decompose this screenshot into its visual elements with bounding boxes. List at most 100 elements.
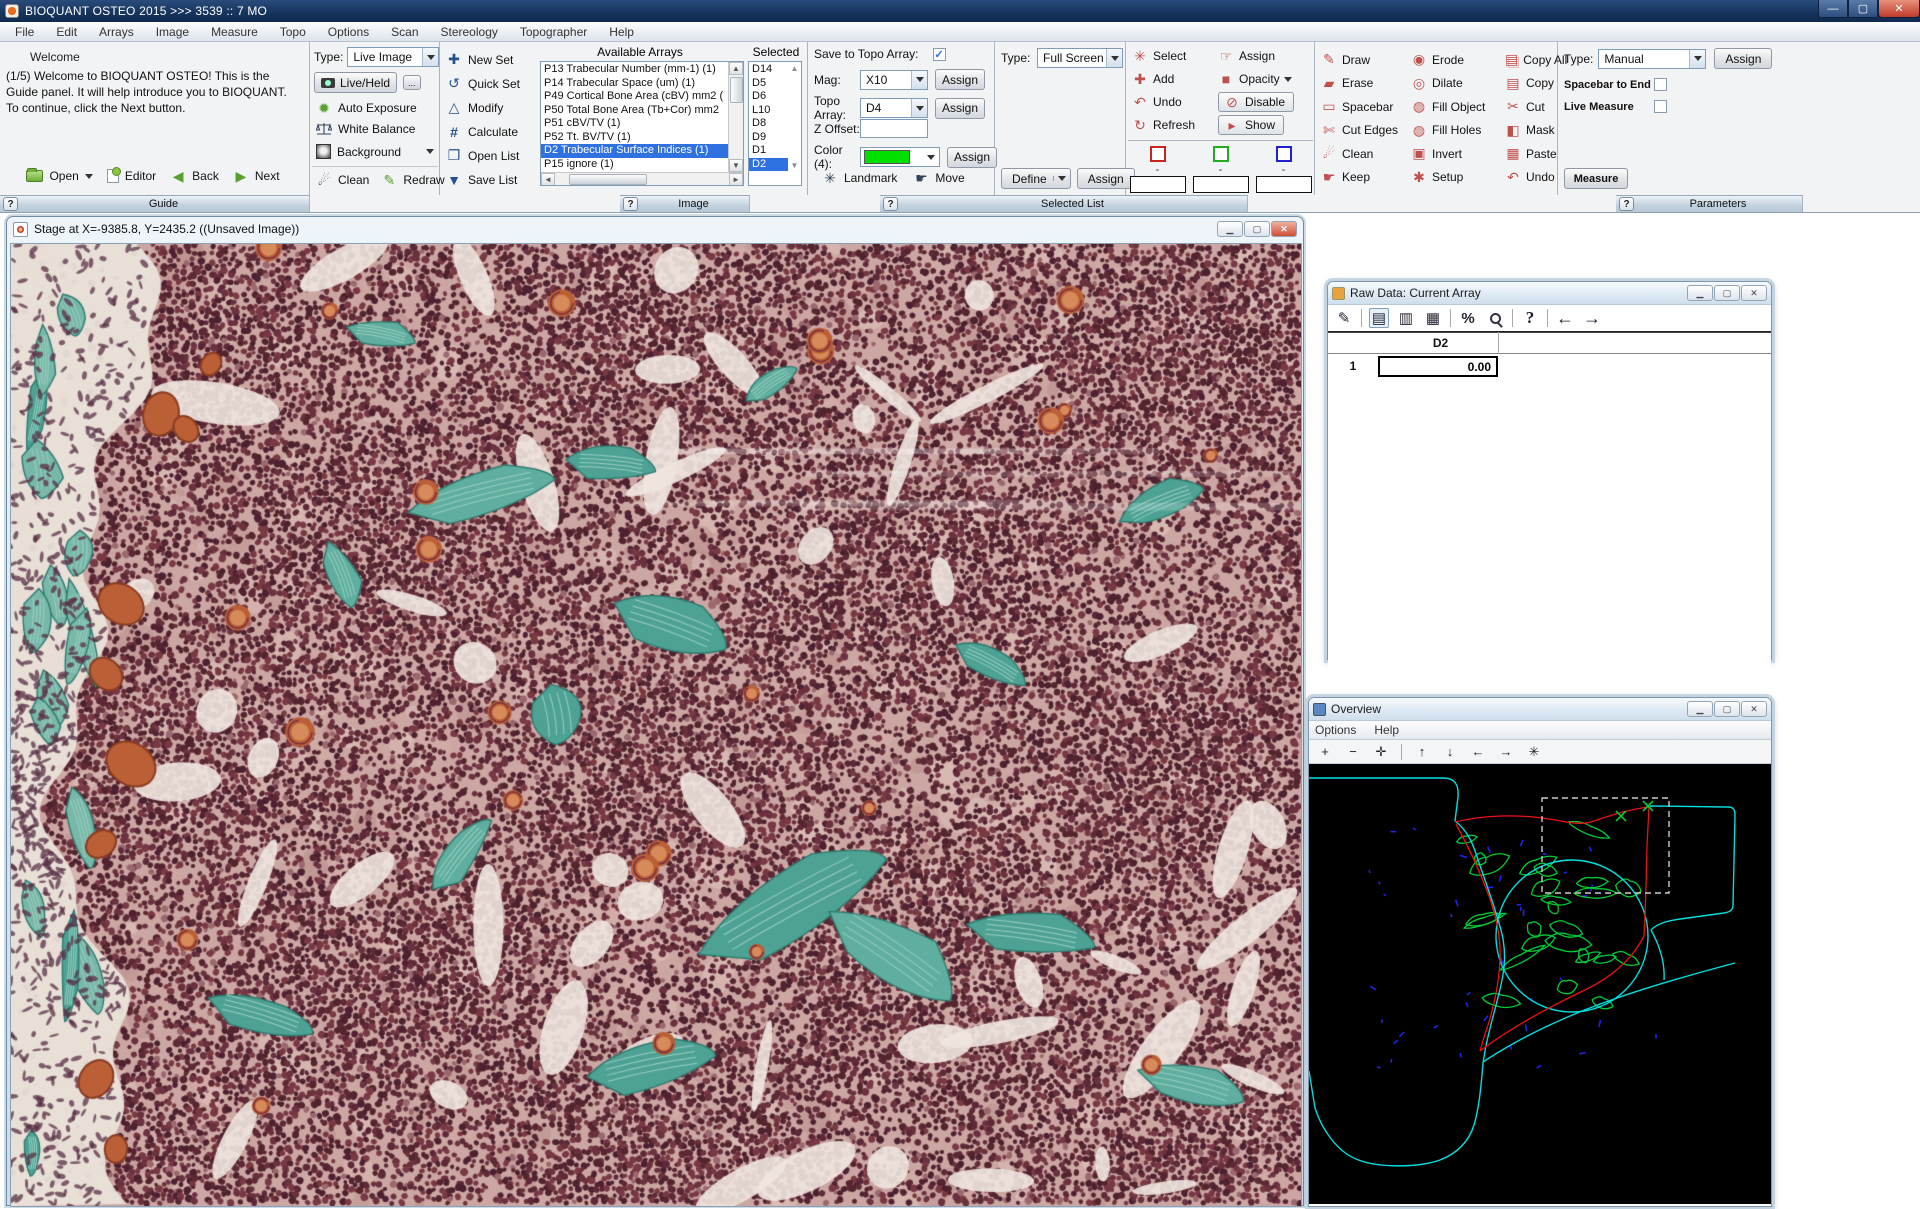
scroll-down-button[interactable]: ▼: [729, 159, 743, 172]
prev-array-icon[interactable]: ←: [1555, 308, 1575, 328]
menu-edit[interactable]: Edit: [45, 23, 88, 41]
scroll-up-button[interactable]: ▲: [729, 62, 743, 75]
live-held-button[interactable]: Live/Held: [314, 72, 397, 93]
define-button[interactable]: Define: [1001, 168, 1071, 189]
keep-button[interactable]: ☛Keep: [1321, 166, 1409, 190]
threshold-select-button[interactable]: ✳ Select: [1132, 48, 1186, 64]
close-button[interactable]: ✕: [1271, 221, 1297, 237]
maximize-button[interactable]: ▢: [1244, 221, 1270, 237]
grid-view-icon[interactable]: ▦: [1423, 308, 1443, 328]
close-button[interactable]: ✕: [1741, 701, 1767, 717]
menu-arrays[interactable]: Arrays: [88, 23, 145, 41]
close-button[interactable]: ✕: [1878, 0, 1920, 18]
minimize-button[interactable]: ▁: [1217, 221, 1243, 237]
menu-stereology[interactable]: Stereology: [430, 23, 509, 41]
calculate-button[interactable]: #Calculate: [446, 120, 520, 143]
maximize-button[interactable]: ▢: [1714, 701, 1740, 717]
horizontal-scrollbar[interactable]: ◄ ►: [541, 172, 743, 186]
setup-button[interactable]: ✱Setup: [1411, 166, 1503, 190]
list-item[interactable]: P52 Tt. BV/TV (1): [541, 131, 728, 145]
menu-file[interactable]: File: [4, 23, 45, 41]
menu-image[interactable]: Image: [145, 23, 200, 41]
red-threshold-box[interactable]: [1150, 146, 1166, 162]
z-offset-input[interactable]: [860, 119, 928, 138]
histology-image[interactable]: [10, 243, 1302, 1207]
live-held-options-button[interactable]: ...: [403, 75, 421, 90]
overview-map[interactable]: [1309, 764, 1771, 1204]
zoom-out-icon[interactable]: −: [1345, 744, 1361, 759]
pan-icon[interactable]: ✛: [1373, 744, 1389, 760]
white-balance-button[interactable]: White Balance: [316, 122, 415, 136]
list-item[interactable]: P50 Total Bone Area (Tb+Cor) mm2: [541, 104, 728, 118]
background-button[interactable]: Background: [316, 144, 434, 159]
guide-help-button[interactable]: ?: [3, 197, 18, 211]
green-threshold-box[interactable]: [1213, 146, 1229, 162]
maximize-button[interactable]: ▢: [1848, 0, 1878, 18]
scroll-up-button[interactable]: ▲: [791, 64, 799, 73]
scroll-thumb[interactable]: [730, 77, 743, 103]
parameters-help-button[interactable]: ?: [1619, 197, 1634, 211]
magnifier-icon[interactable]: [1485, 308, 1505, 328]
zoom-in-icon[interactable]: +: [1317, 744, 1333, 759]
list-item[interactable]: D5: [749, 77, 788, 91]
list-item[interactable]: P51 cBV/TV (1): [541, 117, 728, 131]
selected-listbox[interactable]: D14 D5 D6 L10 D8 D9 D1 D2 ▲ ▼: [748, 61, 802, 186]
fill-object-button[interactable]: ◍Fill Object: [1411, 95, 1503, 119]
selected-list-help-button[interactable]: ?: [883, 197, 898, 211]
minimize-button[interactable]: —: [1818, 0, 1848, 18]
quick-set-button[interactable]: ↺Quick Set: [446, 72, 520, 95]
green-threshold-input[interactable]: [1193, 176, 1249, 193]
menu-topo[interactable]: Topo: [269, 23, 317, 41]
row-number[interactable]: 1: [1338, 359, 1368, 373]
list-item[interactable]: D6: [749, 90, 788, 104]
erode-button[interactable]: ◉Erode: [1411, 48, 1503, 72]
image-help-button[interactable]: ?: [623, 197, 638, 211]
blue-threshold-input[interactable]: [1256, 176, 1312, 193]
vertical-scrollbar[interactable]: ▲ ▼: [788, 62, 801, 185]
move-left-icon[interactable]: ←: [1470, 744, 1486, 759]
center-icon[interactable]: ✳: [1526, 744, 1542, 760]
list-item[interactable]: P49 Cortical Bone Area (cBV) mm2 (: [541, 90, 728, 104]
topo-array-combo[interactable]: D4: [860, 98, 928, 118]
fill-holes-button[interactable]: ◍Fill Holes: [1411, 119, 1503, 143]
mag-combo[interactable]: X10: [860, 70, 928, 90]
open-list-button[interactable]: ❐Open List: [446, 144, 520, 167]
cut-edges-button[interactable]: ✄Cut Edges: [1321, 119, 1409, 143]
clean-button-editing[interactable]: ☄Clean: [1321, 142, 1409, 166]
menu-topographer[interactable]: Topographer: [509, 23, 598, 41]
move-right-icon[interactable]: →: [1498, 744, 1514, 759]
next-array-icon[interactable]: →: [1582, 308, 1602, 328]
menu-options[interactable]: Options: [317, 23, 380, 41]
blue-threshold-box[interactable]: [1276, 146, 1292, 162]
dilate-button[interactable]: ◎Dilate: [1411, 72, 1503, 96]
list-item[interactable]: P15 ignore (1): [541, 158, 728, 172]
measure-button[interactable]: Measure: [1564, 168, 1628, 189]
landmark-button[interactable]: ✳ Landmark: [822, 170, 897, 186]
column-header[interactable]: D2: [1383, 336, 1498, 350]
overview-menu-options[interactable]: Options: [1315, 723, 1356, 737]
save-list-button[interactable]: ▼Save List: [446, 168, 520, 191]
raw-data-titlebar[interactable]: Raw Data: Current Array ▁ ▢ ✕: [1328, 282, 1771, 305]
maximize-button[interactable]: ▢: [1714, 285, 1740, 301]
color-combo[interactable]: [860, 147, 940, 167]
minimize-button[interactable]: ▁: [1687, 285, 1713, 301]
move-button[interactable]: ☛ Move: [913, 170, 964, 186]
scroll-right-button[interactable]: ►: [729, 173, 743, 186]
list-item[interactable]: D9: [749, 131, 788, 145]
spacebar-to-end-checkbox[interactable]: [1654, 78, 1667, 91]
list-item[interactable]: P14 Trabecular Space (um) (1): [541, 77, 728, 91]
red-threshold-input[interactable]: [1130, 176, 1186, 193]
next-button[interactable]: ▶ Next: [233, 168, 280, 184]
available-arrays-listbox[interactable]: P13 Trabecular Number (mm-1) (1) P14 Tra…: [540, 61, 744, 186]
threshold-refresh-button[interactable]: ↻ Refresh: [1132, 117, 1195, 133]
image-type-combo[interactable]: Live Image: [347, 47, 439, 67]
close-button[interactable]: ✕: [1741, 285, 1767, 301]
show-button[interactable]: ▸ Show: [1218, 115, 1284, 135]
list-item-selected[interactable]: D2 Trabecular Surface Indices (1): [541, 144, 728, 158]
threshold-add-button[interactable]: ✚ Add: [1132, 71, 1174, 87]
stage-window-titlebar[interactable]: Stage at X=-9385.8, Y=2435.2 ((Unsaved I…: [7, 217, 1303, 241]
measurement-type-combo[interactable]: Manual: [1598, 49, 1706, 69]
single-list-view-icon[interactable]: ▤: [1369, 308, 1389, 328]
clean-button[interactable]: ☄ Clean: [316, 172, 369, 188]
list-item[interactable]: D1: [749, 144, 788, 158]
